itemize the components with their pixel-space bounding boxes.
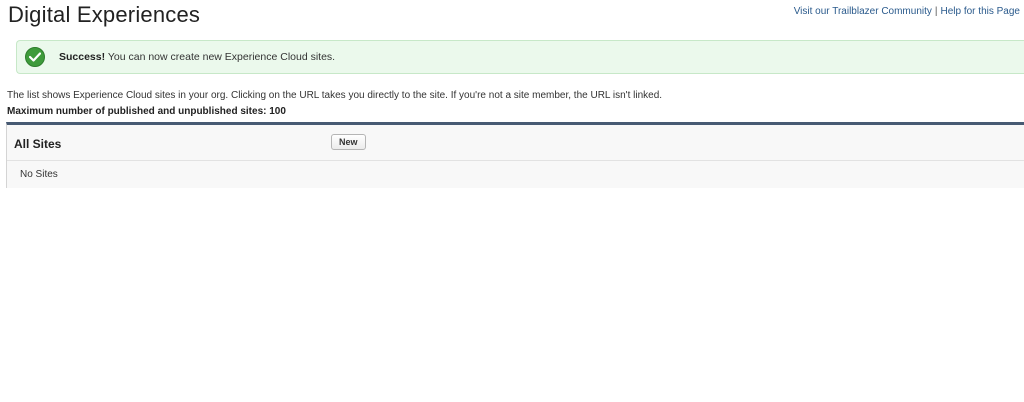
success-strong: Success! bbox=[59, 51, 106, 63]
checkmark-icon bbox=[25, 47, 45, 67]
all-sites-title: All Sites bbox=[14, 137, 62, 151]
list-description: The list shows Experience Cloud sites in… bbox=[7, 90, 663, 101]
link-separator: | bbox=[934, 6, 938, 17]
header-links: Visit our Trailblazer Community | Help for… bbox=[794, 6, 1020, 17]
help-for-this-page-link[interactable]: Help for this Page bbox=[941, 6, 1021, 17]
digital-experiences-page: Digital Experiences Visit our Trailblaze… bbox=[0, 0, 1024, 402]
success-message: Success! You can now create new Experien… bbox=[59, 51, 335, 63]
list-item: No Sites bbox=[7, 161, 1024, 188]
max-sites-label: Maximum number of published and unpublis… bbox=[7, 106, 286, 117]
no-sites-text: No Sites bbox=[20, 169, 58, 180]
trailblazer-community-link[interactable]: Visit our Trailblazer Community bbox=[794, 6, 932, 17]
all-sites-panel: All Sites New No Sites bbox=[6, 122, 1024, 188]
success-alert: Success! You can now create new Experien… bbox=[16, 40, 1024, 74]
new-site-button[interactable]: New bbox=[331, 134, 366, 150]
page-title: Digital Experiences bbox=[8, 2, 201, 27]
success-body: You can now create new Experience Cloud … bbox=[105, 51, 336, 63]
all-sites-header: All Sites New bbox=[7, 125, 1024, 161]
